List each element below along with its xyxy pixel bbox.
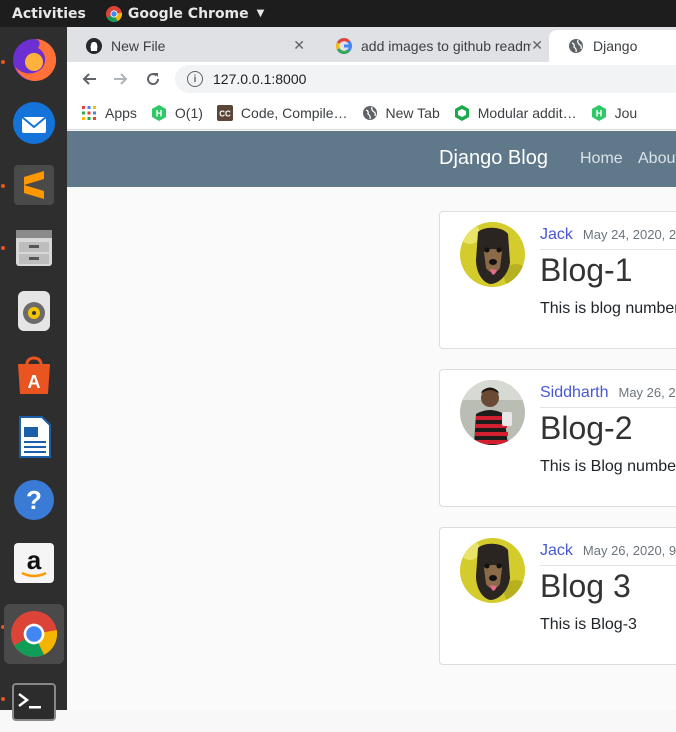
post-body: This is blog number — [540, 300, 676, 317]
google-icon — [335, 37, 353, 55]
reload-icon[interactable] — [137, 64, 169, 94]
software-center-icon[interactable]: A — [4, 344, 64, 404]
post-author-link[interactable]: Siddharth — [540, 384, 609, 401]
post-author-link[interactable]: Jack — [540, 542, 573, 559]
post-card: Siddharth May 26, 2 Blog-2 This is Blog n… — [439, 369, 676, 507]
system-top-bar: Activities Google Chrome ▼ — [0, 0, 676, 27]
chrome-small-icon — [105, 5, 122, 22]
post-date: May 24, 2020, 2 — [582, 227, 676, 242]
svg-text:A: A — [28, 372, 41, 392]
post-title-link[interactable]: Blog-1 — [540, 252, 633, 289]
codechef-icon: CC — [216, 104, 233, 121]
post-author-link[interactable]: Jack — [540, 226, 573, 243]
cube-icon — [454, 104, 470, 121]
bookmarks-bar: Apps H O(1) CC Code, Compile… New Tab Mo… — [67, 96, 676, 130]
avatar-jack — [460, 538, 525, 603]
back-arrow-icon[interactable] — [73, 64, 105, 94]
hackerrank-icon: H — [151, 104, 167, 121]
tab-new-file[interactable]: New File ✕ — [67, 30, 315, 62]
post-date: May 26, 2020, 9 — [582, 543, 676, 558]
thunderbird-icon[interactable] — [4, 93, 64, 153]
tab-strip: New File ✕ add images to github readme ✕… — [67, 27, 676, 82]
tab-title: New File — [111, 38, 166, 54]
post-body: This is Blog numbe — [540, 458, 676, 475]
apps-grid-icon — [81, 105, 97, 121]
terminal-icon[interactable] — [4, 672, 64, 732]
browser-toolbar: i 127.0.0.1:8000 — [67, 62, 676, 96]
info-icon[interactable]: i — [187, 71, 203, 87]
svg-text:?: ? — [26, 485, 42, 515]
tab-title: add images to github readme — [361, 38, 537, 54]
app-name: Google Chrome — [127, 5, 249, 22]
bookmark-apps[interactable]: Apps — [81, 105, 137, 121]
close-icon[interactable]: ✕ — [531, 37, 543, 54]
amazon-icon[interactable]: a — [4, 533, 64, 593]
post-meta: Jack May 24, 2020, 2 — [540, 224, 676, 250]
page-viewport: Django Blog Home About Jack May 24, 2020,… — [67, 131, 676, 710]
avatar-siddharth — [460, 380, 525, 445]
hackerrank-icon: H — [591, 104, 607, 121]
site-navbar: Django Blog Home About — [67, 131, 676, 187]
nav-about[interactable]: About — [638, 150, 676, 168]
post-body: This is Blog-3 — [540, 616, 637, 633]
close-icon[interactable]: ✕ — [293, 37, 305, 54]
bookmark-label: Apps — [105, 104, 137, 121]
svg-text:CC: CC — [219, 109, 231, 118]
bookmark-modular-addition[interactable]: Modular addit… — [454, 104, 577, 121]
svg-text:H: H — [595, 108, 602, 118]
sublime-text-icon[interactable] — [4, 155, 64, 215]
firefox-icon[interactable] — [4, 30, 64, 90]
bookmark-label: Jou — [614, 104, 638, 121]
bookmark-o1[interactable]: H O(1) — [151, 104, 203, 121]
app-menu[interactable]: Google Chrome ▼ — [105, 5, 265, 22]
bookmark-label: Code, Compile… — [240, 104, 348, 121]
chevron-down-icon: ▼ — [256, 8, 265, 19]
tab-django[interactable]: Django — [549, 30, 676, 62]
svg-text:H: H — [156, 108, 163, 118]
address-bar[interactable]: i 127.0.0.1:8000 — [175, 65, 676, 93]
post-card: Jack May 24, 2020, 2 Blog-1 This is blog … — [439, 211, 676, 349]
nav-home[interactable]: Home — [580, 150, 623, 168]
site-brand[interactable]: Django Blog — [439, 147, 548, 170]
chrome-icon[interactable] — [4, 604, 64, 664]
github-icon — [85, 37, 103, 55]
post-meta: Jack May 26, 2020, 9 — [540, 540, 676, 566]
help-icon[interactable]: ? — [4, 470, 64, 530]
libreoffice-writer-icon[interactable] — [4, 407, 64, 467]
bookmark-code-compile[interactable]: CC Code, Compile… — [216, 104, 348, 121]
rhythmbox-icon[interactable] — [4, 281, 64, 341]
svg-text:a: a — [27, 545, 42, 575]
tab-title: Django — [593, 38, 638, 54]
post-title-link[interactable]: Blog 3 — [540, 568, 631, 605]
bookmark-jou[interactable]: H Jou — [591, 104, 638, 121]
post-card: Jack May 26, 2020, 9 Blog 3 This is Blog-… — [439, 527, 676, 665]
post-meta: Siddharth May 26, 2 — [540, 382, 676, 408]
avatar-jack — [460, 222, 525, 287]
bookmark-label: New Tab — [385, 104, 440, 121]
dock: A ? a — [0, 27, 67, 721]
activities-button[interactable]: Activities — [12, 6, 86, 22]
post-date: May 26, 2 — [618, 385, 676, 400]
bookmark-label: Modular addit… — [477, 104, 577, 121]
forward-arrow-icon[interactable] — [105, 64, 137, 94]
bookmark-label: O(1) — [174, 104, 203, 121]
post-title-link[interactable]: Blog-2 — [540, 410, 633, 447]
address-bar-url: 127.0.0.1:8000 — [213, 71, 307, 87]
globe-icon — [362, 105, 378, 121]
bookmark-new-tab[interactable]: New Tab — [362, 105, 440, 121]
globe-icon — [567, 37, 585, 55]
tab-github-readme[interactable]: add images to github readme ✕ — [317, 30, 553, 62]
files-icon[interactable] — [4, 218, 64, 278]
